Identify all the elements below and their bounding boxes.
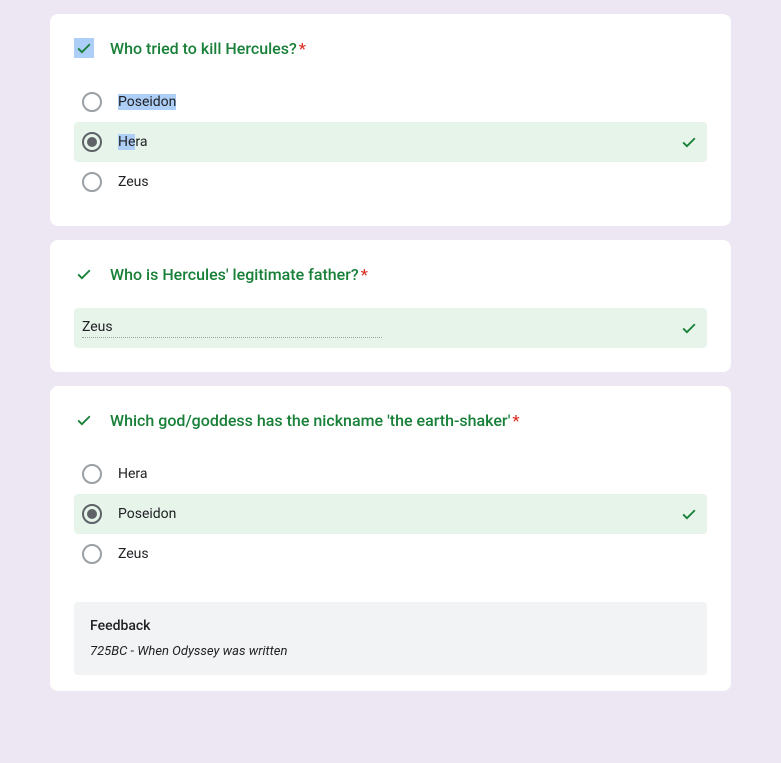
feedback-title: Feedback xyxy=(90,618,691,634)
question-header: Which god/goddess has the nickname 'the … xyxy=(74,410,707,430)
text-answer-row: Zeus xyxy=(74,308,707,348)
question-text: Who is Hercules' legitimate father?* xyxy=(110,265,368,284)
option-row[interactable]: Poseidon xyxy=(74,82,707,122)
option-label: Poseidon xyxy=(118,506,663,522)
check-icon xyxy=(679,504,699,524)
option-label: Zeus xyxy=(118,546,699,562)
check-icon xyxy=(74,410,94,430)
option-label: Hera xyxy=(118,466,699,482)
question-card-2: Who is Hercules' legitimate father?* Zeu… xyxy=(50,240,731,372)
question-text: Who tried to kill Hercules?* xyxy=(110,39,306,58)
question-card-3: Which god/goddess has the nickname 'the … xyxy=(50,386,731,691)
option-row[interactable]: Zeus xyxy=(74,534,707,574)
radio-selected-icon xyxy=(82,132,102,152)
check-icon xyxy=(679,318,699,338)
option-row[interactable]: Zeus xyxy=(74,162,707,202)
question-card-1: Who tried to kill Hercules?* Poseidon He… xyxy=(50,14,731,226)
check-icon xyxy=(679,132,699,152)
options-list: Poseidon Hera Zeus xyxy=(74,82,707,202)
radio-unselected-icon xyxy=(82,544,102,564)
question-header: Who is Hercules' legitimate father?* xyxy=(74,264,707,284)
radio-unselected-icon xyxy=(82,92,102,112)
radio-selected-icon xyxy=(82,504,102,524)
question-text: Which god/goddess has the nickname 'the … xyxy=(110,411,519,430)
required-asterisk: * xyxy=(299,39,306,58)
check-icon xyxy=(74,264,94,284)
check-icon xyxy=(74,38,94,58)
question-header: Who tried to kill Hercules?* xyxy=(74,38,707,58)
option-label: Zeus xyxy=(118,174,699,190)
feedback-text: 725BC - When Odyssey was written xyxy=(90,644,691,659)
required-asterisk: * xyxy=(361,265,368,284)
options-list: Hera Poseidon Zeus xyxy=(74,454,707,574)
radio-unselected-icon xyxy=(82,172,102,192)
option-row[interactable]: Hera xyxy=(74,454,707,494)
option-label: Hera xyxy=(118,134,663,150)
option-row[interactable]: Hera xyxy=(74,122,707,162)
radio-unselected-icon xyxy=(82,464,102,484)
option-label: Poseidon xyxy=(118,94,699,110)
option-row[interactable]: Poseidon xyxy=(74,494,707,534)
feedback-box: Feedback 725BC - When Odyssey was writte… xyxy=(74,602,707,675)
text-answer-value: Zeus xyxy=(82,319,382,338)
required-asterisk: * xyxy=(512,411,519,430)
